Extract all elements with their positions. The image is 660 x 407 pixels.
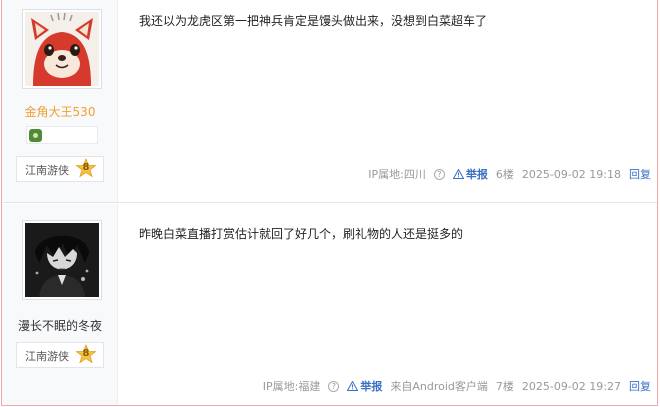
reply-link[interactable]: 回复 xyxy=(629,378,651,394)
reply-link[interactable]: 回复 xyxy=(629,166,651,182)
warning-icon xyxy=(347,381,359,391)
post-meta: IP属地:四川 ? 举报 6楼 2025-09-02 19:18 回复 xyxy=(368,166,651,182)
badge-row xyxy=(26,126,98,144)
avatar[interactable] xyxy=(22,220,102,300)
level-star-icon: 8 xyxy=(75,343,97,366)
help-icon[interactable]: ? xyxy=(433,168,445,180)
report-link[interactable]: 举报 xyxy=(452,166,488,182)
post-time: 2025-09-02 19:18 xyxy=(521,167,621,181)
level-title: 江南游侠 xyxy=(25,164,69,177)
help-icon[interactable]: ? xyxy=(328,380,340,392)
level-number: 8 xyxy=(82,348,90,359)
username[interactable]: 金角大王530 xyxy=(2,103,118,120)
floor-number: 7楼 xyxy=(495,380,514,393)
post-content: 昨晚白菜直播打赏估计就回了好几个，刷礼物的人还是挺多的 xyxy=(139,227,464,241)
anime-character-avatar-icon xyxy=(25,223,99,297)
report-link[interactable]: 举报 xyxy=(347,378,382,394)
level-row: 江南游侠 8 xyxy=(16,342,104,368)
level-star-icon: 8 xyxy=(75,157,97,180)
badge-icon[interactable] xyxy=(29,129,42,142)
post-source: 来自Android客户端 xyxy=(390,380,488,393)
post-floor-7: 漫长不眠的冬夜 江南游侠 8 昨晚白菜直播打赏估计就回了好几个，刷礼物的人还是挺… xyxy=(2,204,657,405)
level-row: 江南游侠 8 xyxy=(16,156,104,182)
ip-location: IP属地:四川 xyxy=(368,168,426,181)
post-content: 我还以为龙虎区第一把神兵肯定是馒头做出来，没想到白菜超车了 xyxy=(139,14,488,28)
ip-location: IP属地:福建 xyxy=(262,380,321,393)
author-sidebar: 漫长不眠的冬夜 江南游侠 8 xyxy=(2,204,118,405)
level-title: 江南游侠 xyxy=(25,350,69,363)
post-floor-6: 金角大王530 江南游侠 8 我还以为龙虎区第一把神兵肯定是馒头做出来，没想到白… xyxy=(2,0,657,203)
floor-number: 6楼 xyxy=(495,168,514,181)
author-sidebar: 金角大王530 江南游侠 8 xyxy=(2,0,118,202)
post-time: 2025-09-02 19:27 xyxy=(521,379,621,393)
avatar[interactable] xyxy=(22,9,102,89)
level-number: 8 xyxy=(82,162,90,173)
post-meta: IP属地:福建 ? 举报 来自Android客户端 7楼 2025-09-02 … xyxy=(263,378,651,394)
username[interactable]: 漫长不眠的冬夜 xyxy=(2,317,118,334)
red-panda-avatar-icon xyxy=(25,12,99,86)
warning-icon xyxy=(452,169,464,179)
